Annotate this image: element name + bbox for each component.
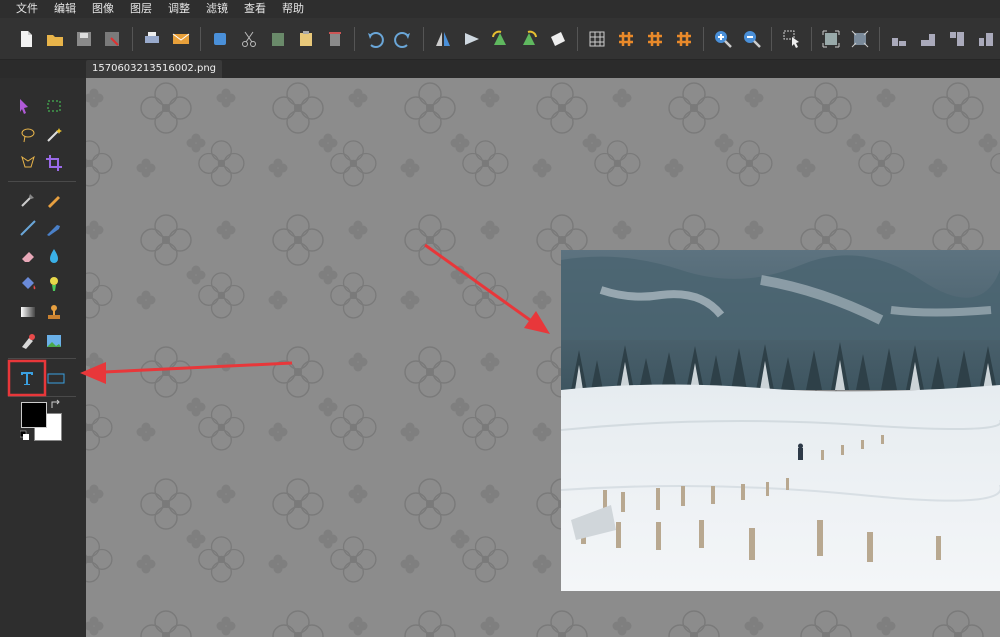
hash-grid-3-icon[interactable] [671,26,696,52]
align-top-icon[interactable] [916,26,941,52]
menu-file[interactable]: 文件 [8,0,46,18]
save-icon[interactable] [71,26,96,52]
new-file-icon[interactable] [14,26,39,52]
undo-icon[interactable] [362,26,387,52]
open-folder-icon[interactable] [43,26,68,52]
canvas-area[interactable] [86,78,1000,637]
menu-edit[interactable]: 编辑 [46,0,84,18]
align-bottom-icon[interactable] [887,26,912,52]
rotate-left-icon[interactable] [488,26,513,52]
polygon-lasso-tool[interactable] [16,151,40,175]
fill-tool[interactable] [16,272,40,296]
flip-horizontal-icon[interactable] [431,26,456,52]
clone-stamp-tool[interactable] [42,300,66,324]
tool-separator [8,181,76,182]
eraser-tool[interactable] [16,244,40,268]
clipboard-icon[interactable] [294,26,319,52]
paste-icon[interactable] [265,26,290,52]
rotate-right-icon[interactable] [517,26,542,52]
foreground-color-swatch[interactable] [21,402,47,428]
picture-tool[interactable] [42,329,66,353]
document-tab[interactable]: 1570603213516002.png [86,60,223,78]
toolbar-separator [879,26,881,51]
crop-tool[interactable] [42,151,66,175]
flip-vertical-icon[interactable] [459,26,484,52]
main-toolbar [0,18,1000,60]
toolbar-separator [131,26,133,51]
landscape-photo[interactable] [561,250,1000,591]
blur-tool[interactable] [42,244,66,268]
crop-fit-icon[interactable] [819,26,844,52]
resize-icon[interactable] [848,26,873,52]
hash-grid-icon[interactable] [614,26,639,52]
eyedropper-tool[interactable] [16,188,40,212]
smudge-tool[interactable] [16,329,40,353]
print-icon[interactable] [140,26,165,52]
rotate-free-icon[interactable] [546,26,571,52]
zoom-out-icon[interactable] [740,26,765,52]
zoom-in-icon[interactable] [711,26,736,52]
gradient-tool[interactable] [16,300,40,324]
email-icon[interactable] [168,26,193,52]
rect-select-tool[interactable] [42,94,66,118]
move-tool[interactable] [12,94,36,118]
align-right-icon[interactable] [945,26,970,52]
snow-landscape-image [561,250,1000,591]
delete-icon[interactable] [323,26,348,52]
menu-help[interactable]: 帮助 [274,0,312,18]
menu-layer[interactable]: 图层 [122,0,160,18]
toolbar-separator [577,26,579,51]
tool-panel [0,78,86,637]
document-tab-strip: 1570603213516002.png [0,60,1000,78]
line-tool[interactable] [16,216,40,240]
menu-bar: 文件 编辑 图像 图层 调整 滤镜 查看 帮助 [0,0,1000,18]
toolbar-separator [200,26,202,51]
hash-grid-2-icon[interactable] [643,26,668,52]
sharpen-tool[interactable] [42,272,66,296]
text-tool[interactable] [14,365,40,391]
pencil-tool[interactable] [42,188,66,212]
save-as-icon[interactable] [100,26,125,52]
select-cursor-icon[interactable] [779,26,804,52]
align-left-icon[interactable] [973,26,998,52]
toolbar-separator [810,26,812,51]
menu-image[interactable]: 图像 [84,0,122,18]
menu-view[interactable]: 查看 [236,0,274,18]
tool-separator [8,396,76,397]
menu-adjust[interactable]: 调整 [160,0,198,18]
magic-wand-tool[interactable] [42,123,66,147]
toolbar-separator [354,26,356,51]
menu-filter[interactable]: 滤镜 [198,0,236,18]
lasso-tool[interactable] [16,123,40,147]
swap-colors-icon[interactable] [50,399,62,411]
tool-separator [8,358,76,359]
grid-icon[interactable] [585,26,610,52]
toolbar-separator [422,26,424,51]
brush-tool[interactable] [42,216,66,240]
redo-icon[interactable] [391,26,416,52]
reset-colors-icon[interactable] [20,430,30,441]
shape-tool[interactable] [44,367,68,389]
toolbar-separator [702,26,704,51]
copy-layer-icon[interactable] [208,26,233,52]
toolbar-separator [771,26,773,51]
cut-icon[interactable] [237,26,262,52]
